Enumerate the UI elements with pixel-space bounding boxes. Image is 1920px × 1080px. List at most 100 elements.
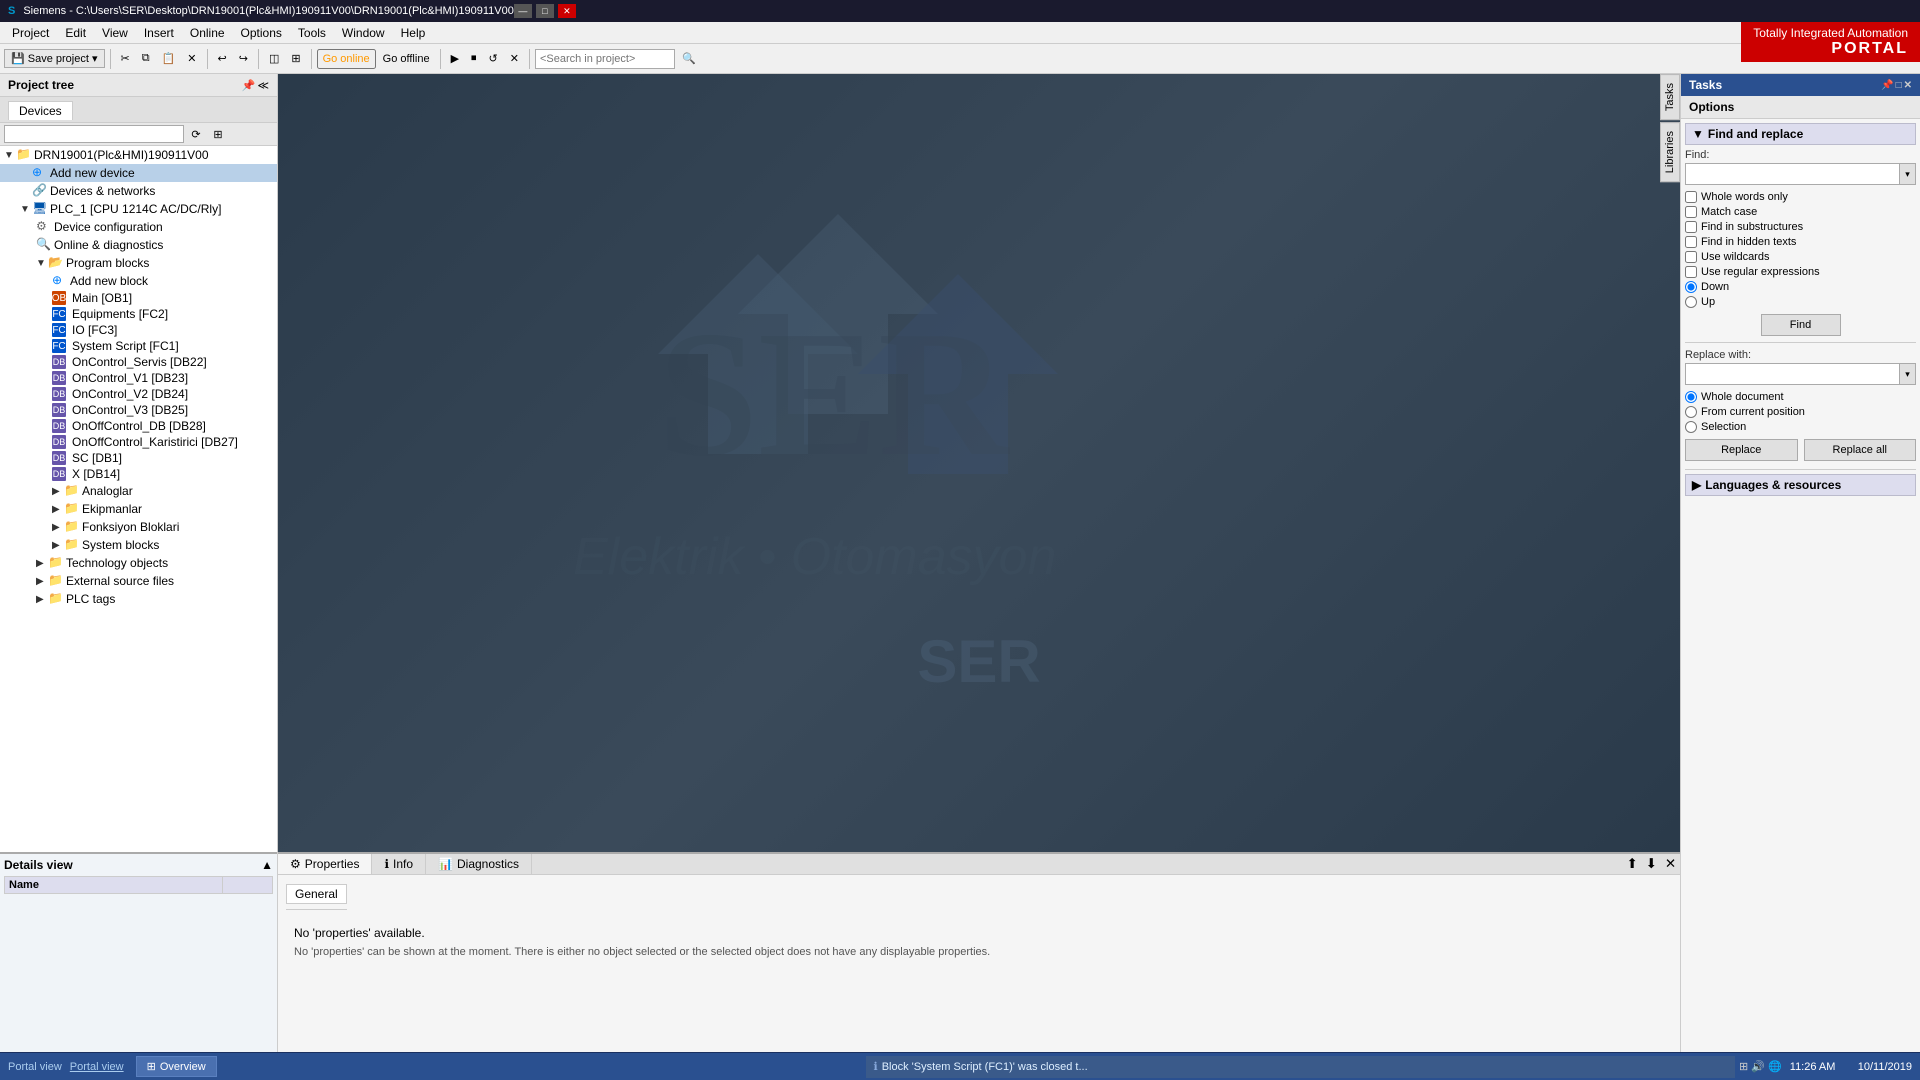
minimize-button[interactable]: —	[514, 4, 532, 18]
replace-dropdown-button[interactable]: ▾	[1899, 364, 1915, 384]
tree-main-ob1[interactable]: OB Main [OB1]	[0, 290, 277, 306]
menu-help[interactable]: Help	[393, 24, 434, 42]
tree-online-diag[interactable]: 🔍 Online & diagnostics	[0, 236, 277, 254]
tab-info[interactable]: ℹ Info	[372, 854, 426, 874]
overview-tab[interactable]: ⊞ Overview	[136, 1056, 217, 1077]
tree-plc-tags[interactable]: ▶ 📁 PLC tags	[0, 590, 277, 608]
tree-external-files[interactable]: ▶ 📁 External source files	[0, 572, 277, 590]
find-hidden-checkbox[interactable]	[1685, 236, 1697, 248]
go-offline-button[interactable]: Go offline	[378, 50, 435, 68]
menu-options[interactable]: Options	[233, 24, 290, 42]
match-case-checkbox[interactable]	[1685, 206, 1697, 218]
tree-root-node[interactable]: ▼ 📁 DRN19001(Plc&HMI)190911V00	[0, 146, 277, 164]
libraries-vertical-tab[interactable]: Libraries	[1660, 122, 1680, 182]
replace-button[interactable]: Replace	[1685, 439, 1798, 461]
tasks-header: Tasks 📌 □ ✕	[1681, 74, 1920, 96]
tasks-maximize-icon[interactable]: □	[1896, 80, 1902, 91]
scope-selection-radio[interactable]	[1685, 421, 1697, 433]
tree-pin-button[interactable]: 📌	[242, 79, 256, 92]
tree-program-blocks[interactable]: ▼ 📂 Program blocks	[0, 254, 277, 272]
languages-resources-header[interactable]: ▶ Languages & resources	[1685, 474, 1916, 496]
tree-device-config[interactable]: ⚙ Device configuration	[0, 218, 277, 236]
search-in-project-input[interactable]	[535, 49, 675, 69]
tree-expand-button[interactable]: ≪	[257, 79, 269, 92]
menu-edit[interactable]: Edit	[57, 24, 94, 42]
menu-online[interactable]: Online	[182, 24, 233, 42]
cut-button[interactable]: ✂	[116, 49, 135, 68]
tree-add-device[interactable]: ⊕ Add new device	[0, 164, 277, 182]
tree-db1[interactable]: DB SC [DB1]	[0, 450, 277, 466]
search-button[interactable]: 🔍	[677, 49, 701, 68]
tree-devices-networks[interactable]: 🔗 Devices & networks	[0, 182, 277, 200]
tree-db22[interactable]: DB OnControl_Servis [DB22]	[0, 354, 277, 370]
find-replace-header[interactable]: ▼ Find and replace	[1685, 123, 1916, 145]
tree-analoglar[interactable]: ▶ 📁 Analoglar	[0, 482, 277, 500]
replace-input[interactable]	[1686, 364, 1899, 384]
tree-tech-objects[interactable]: ▶ 📁 Technology objects	[0, 554, 277, 572]
bottom-panel-collapse-button[interactable]: ⬇	[1642, 854, 1661, 874]
tab-diagnostics[interactable]: 📊 Diagnostics	[426, 854, 532, 874]
menu-project[interactable]: Project	[4, 24, 57, 42]
direction-down-radio[interactable]	[1685, 281, 1697, 293]
details-view-header[interactable]: Details view ▲	[4, 858, 273, 872]
menu-tools[interactable]: Tools	[290, 24, 334, 42]
tree-db27[interactable]: DB OnOffControl_Karistirici [DB27]	[0, 434, 277, 450]
undo-button[interactable]: ↩	[213, 49, 232, 68]
tasks-close-icon[interactable]: ✕	[1904, 80, 1912, 91]
tasks-vertical-tab[interactable]: Tasks	[1660, 74, 1680, 120]
tree-plc1[interactable]: ▼ 🖥 PLC_1 [CPU 1214C AC/DC/Rly]	[0, 200, 277, 218]
tree-system-script[interactable]: FC System Script [FC1]	[0, 338, 277, 354]
bottom-panel-close-button[interactable]: ✕	[1661, 854, 1680, 874]
find-input[interactable]	[1686, 164, 1899, 184]
replace-all-button[interactable]: Replace all	[1804, 439, 1917, 461]
tree-db28[interactable]: DB OnOffControl_DB [DB28]	[0, 418, 277, 434]
tree-db23[interactable]: DB OnControl_V1 [DB23]	[0, 370, 277, 386]
tree-io-fc3[interactable]: FC IO [FC3]	[0, 322, 277, 338]
menu-view[interactable]: View	[94, 24, 136, 42]
tree-grid-button[interactable]: ⊞	[208, 125, 228, 143]
tree-refresh-button[interactable]: ⟳	[186, 125, 206, 143]
find-substructures-checkbox[interactable]	[1685, 221, 1697, 233]
scope-current-pos-radio[interactable]	[1685, 406, 1697, 418]
toolbar-btn-1[interactable]: ◫	[264, 49, 284, 68]
toolbar-btn-3[interactable]: ▶	[446, 49, 464, 68]
toolbar-btn-6[interactable]: ✕	[505, 49, 524, 68]
toolbar-btn-5[interactable]: ↺	[484, 49, 503, 68]
delete-button[interactable]: ✕	[182, 49, 201, 68]
paste-button[interactable]: 📋	[157, 49, 181, 68]
toolbar-btn-4[interactable]: ⏹	[466, 49, 482, 68]
regex-checkbox[interactable]	[1685, 266, 1697, 278]
find-button[interactable]: Find	[1761, 314, 1841, 336]
bottom-panel-expand-button[interactable]: ⬆	[1622, 854, 1641, 874]
tree-equipments-fc2[interactable]: FC Equipments [FC2]	[0, 306, 277, 322]
tasks-pin-icon[interactable]: 📌	[1881, 80, 1893, 91]
find-dropdown-button[interactable]: ▾	[1899, 164, 1915, 184]
whole-words-checkbox[interactable]	[1685, 191, 1697, 203]
devices-tab[interactable]: Devices	[8, 101, 73, 120]
direction-up-radio[interactable]	[1685, 296, 1697, 308]
tree-db24[interactable]: DB OnControl_V2 [DB24]	[0, 386, 277, 402]
wildcards-checkbox[interactable]	[1685, 251, 1697, 263]
tree-fonksiyon[interactable]: ▶ 📁 Fonksiyon Bloklari	[0, 518, 277, 536]
redo-button[interactable]: ↪	[234, 49, 253, 68]
portal-view-text[interactable]: Portal view	[70, 1061, 124, 1073]
go-online-button[interactable]: Go online	[317, 49, 376, 69]
maximize-button[interactable]: □	[536, 4, 554, 18]
save-project-button[interactable]: 💾 Save project ▾	[4, 49, 105, 68]
canvas-area[interactable]: SER Elektrik • Otomasyon SER	[278, 74, 1680, 852]
tree-ekipmanlar[interactable]: ▶ 📁 Ekipmanlar	[0, 500, 277, 518]
close-button[interactable]: ✕	[558, 4, 576, 18]
toolbar-btn-2[interactable]: ⊞	[286, 49, 305, 68]
tree-search-input[interactable]	[4, 125, 184, 143]
tab-properties[interactable]: ⚙ Properties	[278, 854, 372, 874]
tree-content[interactable]: ▼ 📁 DRN19001(Plc&HMI)190911V00 ⊕ Add new…	[0, 146, 277, 852]
tree-db25[interactable]: DB OnControl_V3 [DB25]	[0, 402, 277, 418]
copy-button[interactable]: ⧉	[137, 49, 155, 68]
menu-insert[interactable]: Insert	[136, 24, 182, 42]
scope-whole-doc-radio[interactable]	[1685, 391, 1697, 403]
tree-system-blocks[interactable]: ▶ 📁 System blocks	[0, 536, 277, 554]
tree-add-block[interactable]: ⊕ Add new block	[0, 272, 277, 290]
tree-db14[interactable]: DB X [DB14]	[0, 466, 277, 482]
menu-window[interactable]: Window	[334, 24, 393, 42]
general-tab[interactable]: General	[286, 883, 347, 910]
